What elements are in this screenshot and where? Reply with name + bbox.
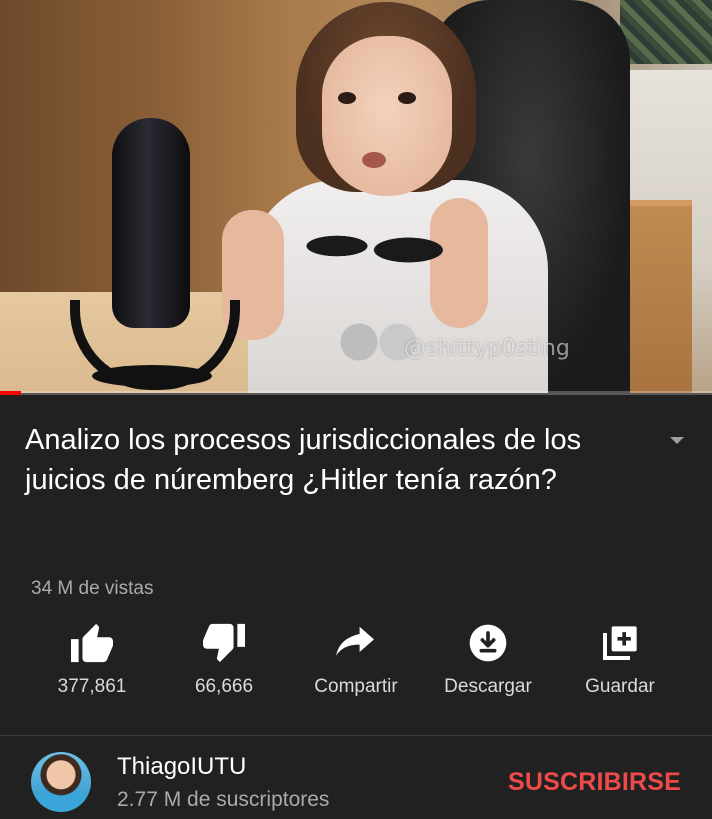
video-title: Analizo los procesos jurisdiccionales de… bbox=[25, 424, 582, 496]
action-bar: 377,861 66,666 Compartir Descargar Guard… bbox=[0, 620, 712, 720]
download-icon bbox=[469, 624, 507, 662]
subscribe-button[interactable]: SUSCRIBIRSE bbox=[508, 768, 681, 797]
expand-description-button[interactable] bbox=[664, 428, 690, 454]
thumbs-up-icon bbox=[71, 623, 113, 663]
download-button[interactable]: Descargar bbox=[418, 620, 558, 698]
video-progress-fill bbox=[0, 391, 22, 395]
like-count: 377,861 bbox=[57, 676, 127, 697]
channel-avatar[interactable] bbox=[31, 752, 91, 812]
share-icon bbox=[336, 626, 374, 656]
person-eye-right bbox=[398, 92, 416, 104]
dislike-count: 66,666 bbox=[194, 676, 254, 697]
chevron-down-icon bbox=[670, 437, 684, 444]
subscriber-count: 2.77 M de suscriptores bbox=[117, 788, 330, 811]
download-label: Descargar bbox=[444, 676, 532, 697]
headphones bbox=[286, 206, 456, 286]
person-mouth bbox=[362, 152, 386, 168]
like-button[interactable]: 377,861 bbox=[22, 620, 162, 698]
channel-name[interactable]: ThiagoIUTU bbox=[117, 753, 246, 781]
share-button[interactable]: Compartir bbox=[286, 620, 426, 698]
person-face bbox=[322, 36, 452, 196]
dislike-button[interactable]: 66,666 bbox=[154, 620, 294, 698]
thumbs-down-icon bbox=[203, 623, 245, 663]
save-button[interactable]: Guardar bbox=[550, 620, 690, 698]
microphone-base bbox=[92, 365, 212, 387]
video-player[interactable]: @shittyp0sting bbox=[0, 0, 712, 393]
share-label: Compartir bbox=[314, 676, 398, 697]
video-progress-bar[interactable] bbox=[0, 391, 712, 395]
add-to-playlist-icon bbox=[603, 626, 637, 660]
microphone bbox=[112, 118, 190, 328]
wall-poster bbox=[620, 0, 712, 64]
save-label: Guardar bbox=[585, 676, 655, 697]
watermark: @shittyp0sting bbox=[404, 336, 570, 361]
person-eye-left bbox=[338, 92, 356, 104]
divider bbox=[0, 735, 712, 736]
view-count: 34 M de vistas bbox=[31, 578, 154, 599]
